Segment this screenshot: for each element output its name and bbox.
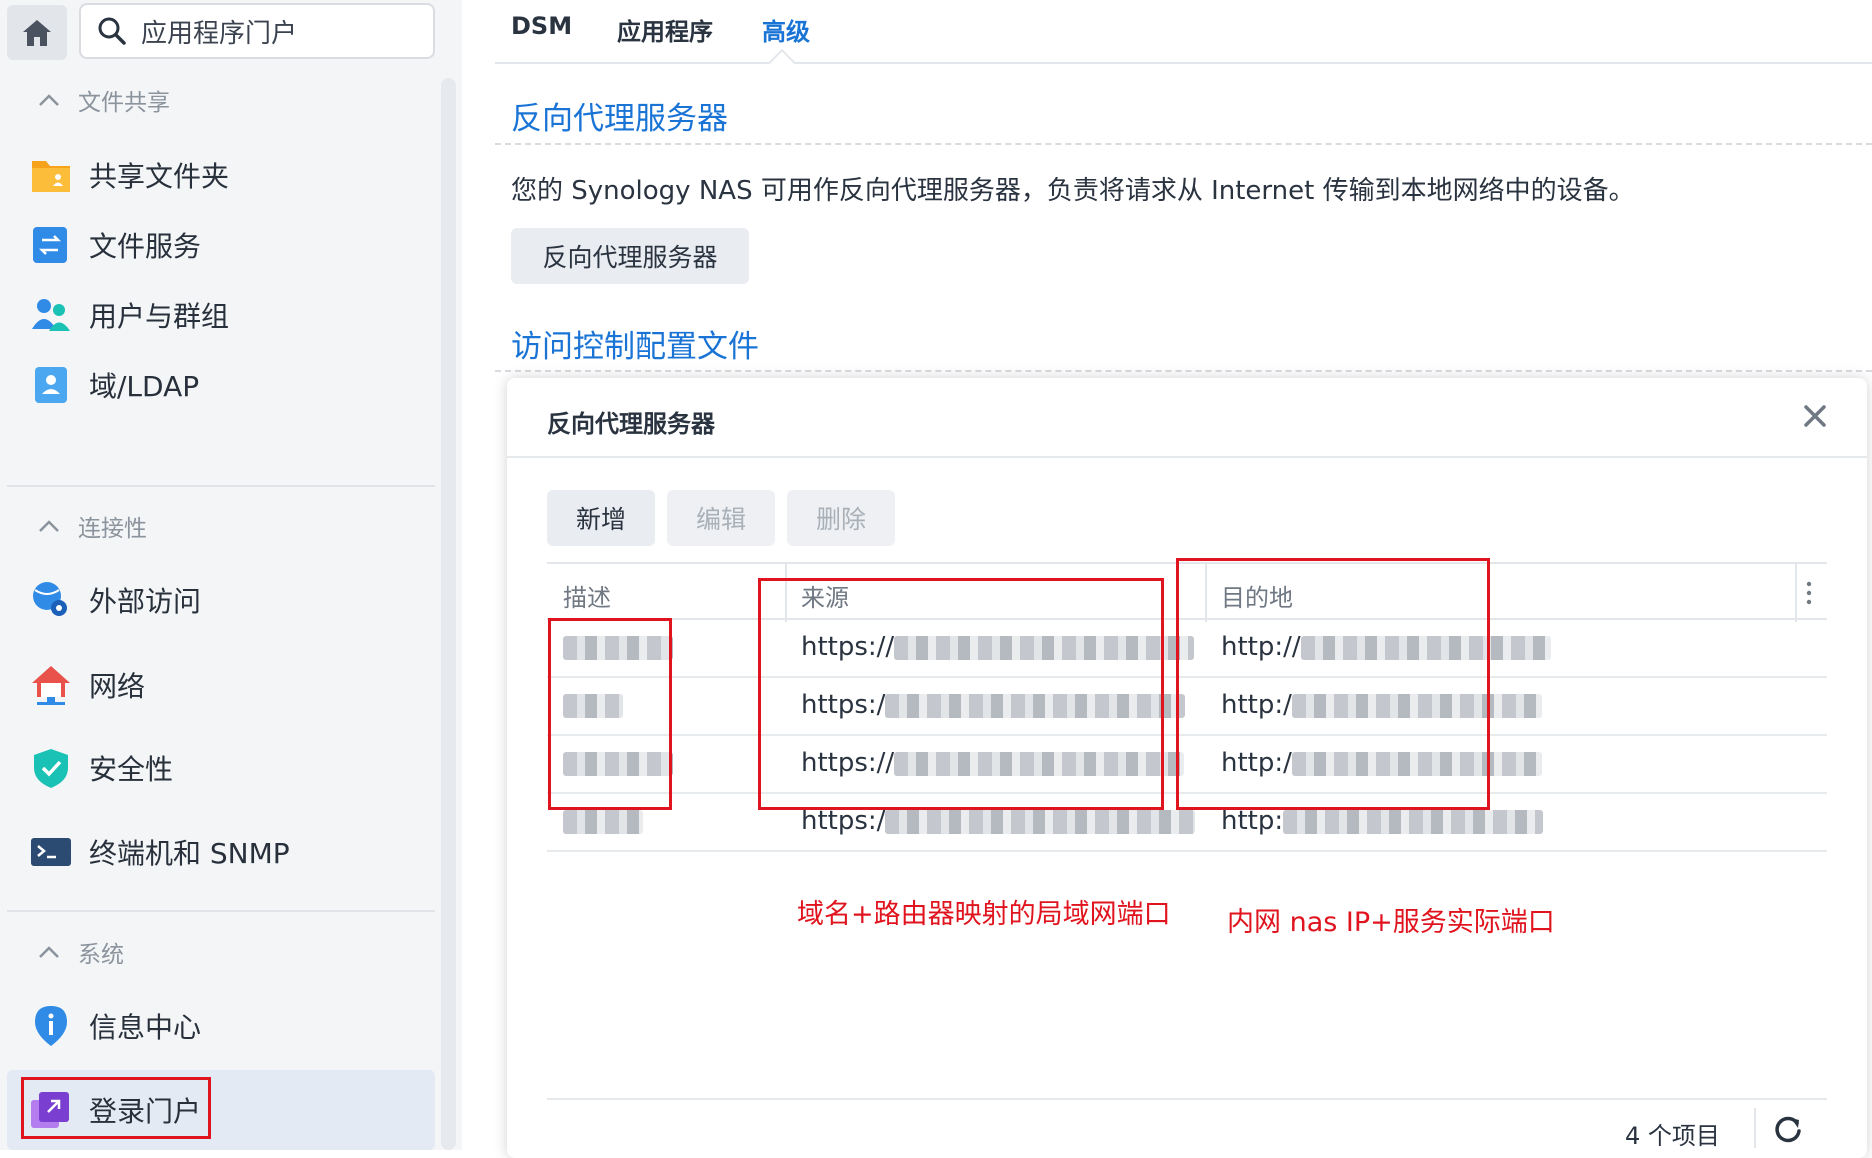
- reverse-proxy-description: 您的 Synology NAS 可用作反向代理服务器，负责将请求从 Intern…: [511, 176, 1635, 206]
- sidebar-item-network[interactable]: 网络: [7, 645, 435, 725]
- sidebar-item-security[interactable]: 安全性: [7, 728, 435, 808]
- annotation-box-source: [758, 578, 1164, 810]
- external-access-icon: [33, 582, 67, 616]
- sidebar-divider: [7, 485, 435, 487]
- sidebar-item-terminal-snmp[interactable]: 终端机和 SNMP: [7, 812, 435, 892]
- section-divider: [495, 143, 1872, 145]
- users-groups-icon: [32, 299, 70, 331]
- sidebar: 应用程序门户 文件共享 共享文件夹 文件服务 用户与群组 域/LDAP 连接性 …: [0, 0, 462, 1150]
- sidebar-item-label: 域/LDAP: [89, 370, 200, 403]
- section-divider: [495, 370, 1872, 372]
- home-button[interactable]: [7, 5, 67, 60]
- domain-ldap-icon: [35, 367, 67, 403]
- sidebar-item-external-access[interactable]: 外部访问: [7, 560, 435, 640]
- section-system[interactable]: 系统: [0, 932, 440, 972]
- sidebar-item-info-center[interactable]: 信息中心: [7, 986, 435, 1066]
- chevron-up-icon: [39, 94, 59, 106]
- section-label: 系统: [78, 942, 124, 968]
- section-label: 连接性: [78, 516, 147, 542]
- shared-folder-icon: [32, 161, 70, 192]
- sidebar-item-label: 外部访问: [89, 585, 202, 618]
- tab-dsm[interactable]: DSM: [511, 12, 572, 40]
- refresh-icon[interactable]: [1771, 1112, 1805, 1146]
- reverse-proxy-dialog: 反向代理服务器 新增 编辑 删除 描述 来源 目的地 https:// http…: [507, 378, 1867, 1158]
- search-icon: [98, 17, 126, 45]
- annotation-box-login-portal: [21, 1077, 211, 1139]
- sidebar-item-label: 信息中心: [89, 1011, 202, 1044]
- column-menu-icon[interactable]: [1803, 580, 1815, 606]
- access-control-heading: 访问控制配置文件: [511, 329, 759, 365]
- sidebar-item-label: 共享文件夹: [89, 160, 230, 193]
- cell-source: https:/: [801, 806, 1196, 836]
- column-separator: [1795, 564, 1797, 622]
- destination-prefix: http:: [1221, 806, 1284, 836]
- reverse-proxy-heading: 反向代理服务器: [511, 101, 728, 137]
- section-label: 文件共享: [78, 90, 170, 116]
- search-input[interactable]: 应用程序门户: [79, 3, 435, 59]
- footer-separator: [1754, 1108, 1756, 1148]
- sidebar-divider: [7, 910, 435, 912]
- chevron-up-icon: [39, 520, 59, 532]
- sidebar-item-label: 用户与群组: [89, 300, 230, 333]
- sidebar-item-users-groups[interactable]: 用户与群组: [7, 275, 435, 355]
- add-button[interactable]: 新增: [547, 490, 655, 546]
- shield-icon: [34, 749, 68, 788]
- section-file-sharing[interactable]: 文件共享: [0, 80, 440, 120]
- home-icon: [23, 19, 51, 46]
- sidebar-scrollbar[interactable]: [441, 78, 456, 1150]
- annotation-box-description: [548, 618, 672, 810]
- annotation-destination-text: 内网 nas IP+服务实际端口: [1227, 907, 1555, 938]
- network-icon: [32, 666, 70, 705]
- dialog-footer-divider: [547, 1098, 1827, 1100]
- dialog-title: 反向代理服务器: [547, 410, 715, 438]
- sidebar-item-label: 文件服务: [89, 230, 202, 263]
- file-services-icon: [33, 227, 67, 263]
- tab-advanced[interactable]: 高级: [762, 12, 810, 47]
- section-connectivity[interactable]: 连接性: [0, 506, 440, 546]
- sidebar-item-file-services[interactable]: 文件服务: [7, 205, 435, 285]
- sidebar-item-label: 安全性: [89, 753, 174, 786]
- info-center-icon: [35, 1006, 67, 1046]
- column-header-description[interactable]: 描述: [563, 578, 611, 613]
- chevron-up-icon: [39, 946, 59, 958]
- sidebar-item-label: 终端机和 SNMP: [89, 837, 290, 870]
- annotation-source-text: 域名+路由器映射的局域网端口: [797, 899, 1171, 930]
- tab-applications[interactable]: 应用程序: [617, 12, 713, 47]
- sidebar-item-domain-ldap[interactable]: 域/LDAP: [7, 345, 435, 425]
- item-count: 4 个项目: [1625, 1122, 1720, 1150]
- source-prefix: https:/: [801, 806, 886, 836]
- sidebar-item-label: 网络: [89, 670, 146, 703]
- search-text: 应用程序门户: [141, 18, 298, 49]
- annotation-box-destination: [1176, 558, 1490, 810]
- terminal-icon: [31, 838, 71, 866]
- tab-bar: DSM 应用程序 高级: [495, 0, 1872, 64]
- reverse-proxy-button[interactable]: 反向代理服务器: [511, 228, 749, 284]
- delete-button[interactable]: 删除: [787, 490, 895, 546]
- cell-description: [563, 806, 643, 836]
- dialog-divider: [507, 456, 1867, 458]
- close-icon[interactable]: [1797, 398, 1833, 434]
- cell-destination: http:: [1221, 806, 1544, 836]
- sidebar-item-shared-folder[interactable]: 共享文件夹: [7, 135, 435, 215]
- edit-button[interactable]: 编辑: [667, 490, 775, 546]
